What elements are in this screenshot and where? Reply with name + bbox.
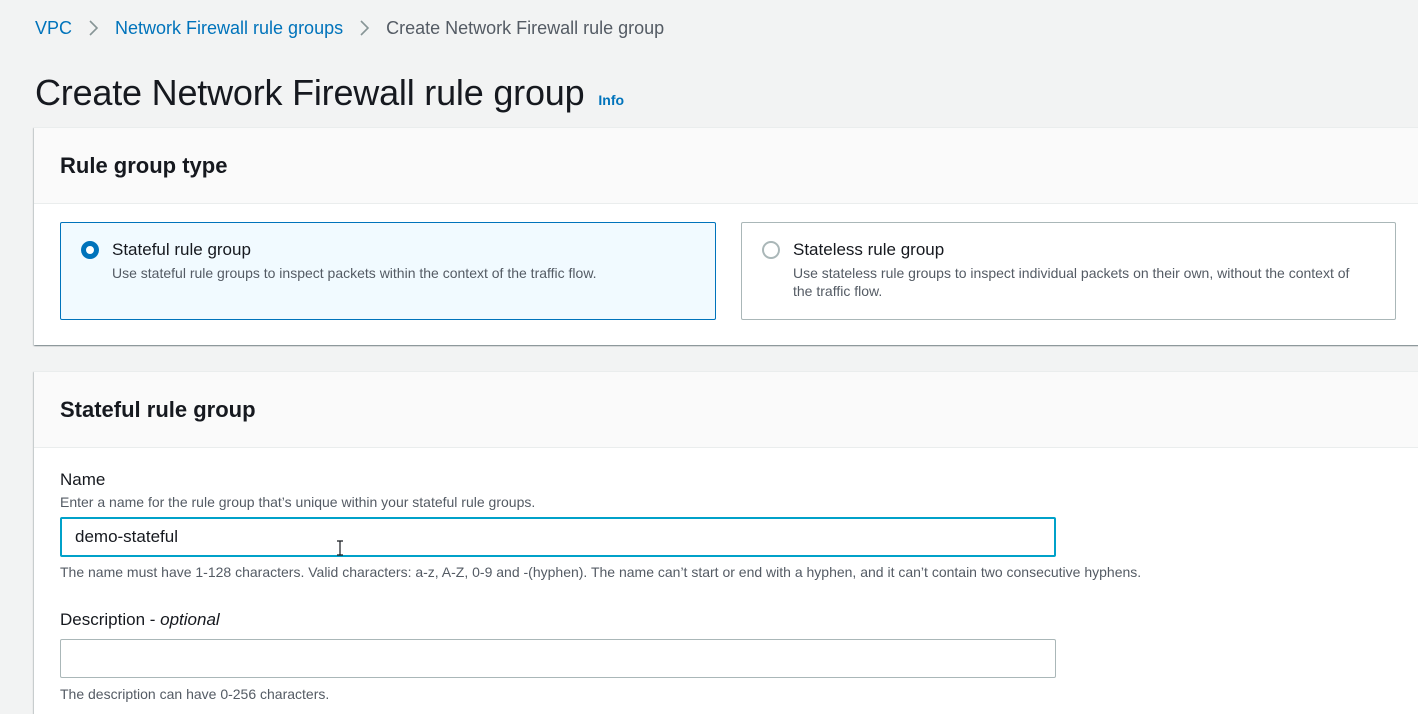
name-field-constraint: The name must have 1-128 characters. Val… [60,564,1142,580]
name-input[interactable] [60,517,1056,557]
rule-group-type-panel: Rule group type Stateful rule group Use … [34,127,1418,345]
stateful-radio-button[interactable] [81,241,99,259]
tile-label: Stateful rule group [112,240,251,259]
stateless-rule-group-tile[interactable]: Stateless rule group Use stateless rule … [741,222,1396,320]
breadcrumb: VPC Network Firewall rule groups Create … [35,17,664,39]
optional-label: optional [160,610,220,629]
panel-title: Stateful rule group [60,396,256,422]
description-field-label: Description - optional [60,610,220,630]
panel-header: Stateful rule group [34,372,1418,448]
name-field-label: Name [60,470,106,489]
description-input[interactable] [60,639,1056,678]
breadcrumb-current: Create Network Firewall rule group [386,17,665,38]
info-link[interactable]: Info [598,92,624,108]
description-label-text: Description - [60,610,161,629]
tile-label: Stateless rule group [793,240,945,259]
stateless-radio-button[interactable] [762,241,780,259]
tile-description: Use stateful rule groups to inspect pack… [112,265,597,281]
chevron-right-icon [88,20,99,36]
breadcrumb-link-rule-groups[interactable]: Network Firewall rule groups [115,18,343,39]
description-field-constraint: The description can have 0-256 character… [60,686,330,702]
page-header: Create Network Firewall rule group Info [35,72,624,114]
stateful-rule-group-tile[interactable]: Stateful rule group Use stateful rule gr… [60,222,716,320]
page-title: Create Network Firewall rule group [35,72,585,113]
panel-header: Rule group type [34,128,1418,204]
stateful-rule-group-panel: Stateful rule group Name Enter a name fo… [34,371,1418,714]
tile-description: Use stateless rule groups to inspect ind… [793,265,1350,299]
panel-title: Rule group type [60,152,228,178]
breadcrumb-link-vpc[interactable]: VPC [35,18,72,39]
chevron-right-icon [359,20,370,36]
name-field-description: Enter a name for the rule group that’s u… [60,494,536,510]
